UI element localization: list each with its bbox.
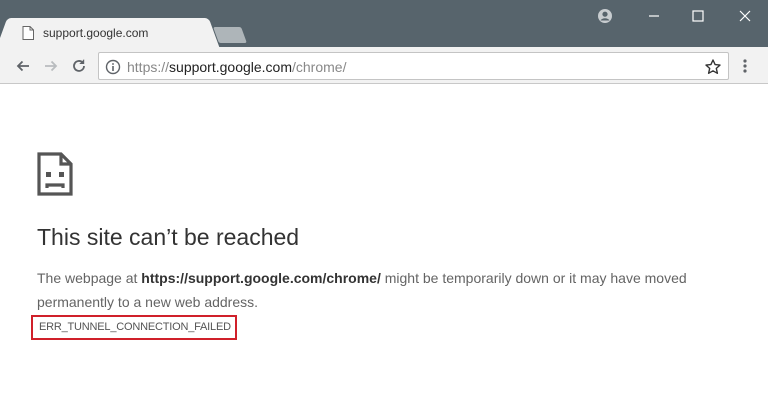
close-icon[interactable] (734, 6, 756, 26)
forward-arrow-icon (45, 60, 58, 72)
url-scheme: https:// (127, 59, 170, 75)
title-bar: support.google.com (0, 0, 768, 47)
back-button[interactable] (13, 56, 33, 76)
more-vert-icon (743, 59, 747, 73)
info-icon[interactable] (105, 59, 121, 75)
menu-button[interactable] (737, 56, 753, 76)
error-code: ERR_TUNNEL_CONNECTION_FAILED (39, 321, 231, 333)
back-arrow-icon (16, 60, 29, 72)
message-url: https://support.google.com/chrome/ (141, 270, 381, 286)
url-path: /chrome/ (292, 59, 347, 75)
reload-button[interactable] (69, 56, 89, 76)
error-message: The webpage at https://support.google.co… (37, 266, 737, 314)
address-bar[interactable]: https://support.google.com/chrome/ (98, 52, 729, 80)
error-code-highlight: ERR_TUNNEL_CONNECTION_FAILED (31, 315, 237, 340)
tab-title: support.google.com (43, 26, 149, 40)
profile-icon[interactable] (594, 6, 616, 26)
sad-page-icon (37, 152, 73, 196)
url-text[interactable]: https://support.google.com/chrome/ (127, 59, 346, 75)
minimize-icon[interactable] (643, 6, 665, 26)
toolbar: https://support.google.com/chrome/ (0, 47, 768, 84)
message-prefix: The webpage at (37, 270, 142, 286)
error-heading: This site can’t be reached (37, 224, 300, 250)
maximize-icon[interactable] (687, 6, 709, 26)
tab-active[interactable]: support.google.com (8, 18, 208, 47)
forward-button[interactable] (41, 56, 61, 76)
url-host: support.google.com (169, 59, 292, 75)
bookmark-star-icon[interactable] (704, 58, 722, 76)
page-icon (22, 26, 34, 40)
reload-icon (73, 59, 85, 72)
new-tab-button[interactable] (213, 27, 247, 43)
